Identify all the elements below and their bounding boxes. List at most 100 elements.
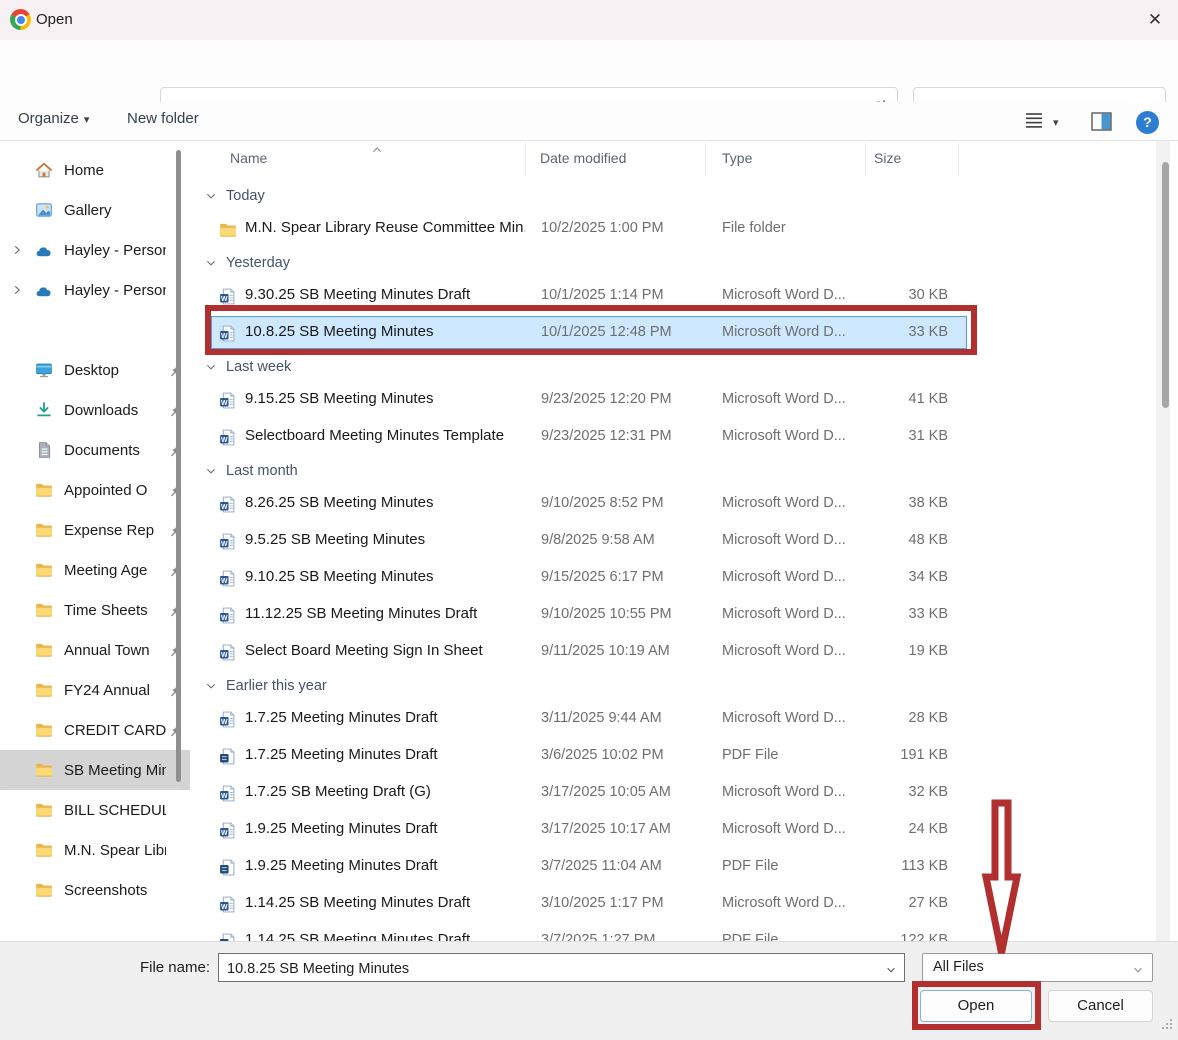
file-row[interactable]: 1.14.25 SB Meeting Minutes Draft 3/7/2025…	[195, 923, 1160, 941]
file-type-select[interactable]: All Files	[922, 953, 1153, 982]
file-date-modified: 9/10/2025 10:55 PM	[541, 606, 672, 622]
file-size: 122 KB	[825, 932, 948, 941]
sidebar-item-m-n-spear-libra[interactable]: M.N. Spear Libra	[0, 830, 190, 870]
svg-text:W: W	[221, 296, 228, 303]
file-name: 9.5.25 SB Meeting Minutes	[245, 531, 425, 548]
organize-button[interactable]: Organize▾	[18, 110, 89, 127]
sidebar-item-hayley-persona[interactable]: Hayley - Persona	[0, 230, 190, 270]
file-date-modified: 9/8/2025 9:58 AM	[541, 532, 655, 548]
word-file-icon: W	[219, 644, 236, 661]
file-row-selected[interactable]: W10.8.25 SB Meeting Minutes10/1/2025 12:…	[195, 315, 1160, 352]
pdf-file-icon	[219, 933, 236, 941]
sidebar-item-expense-rep[interactable]: Expense Rep	[0, 510, 190, 550]
group-header-today[interactable]: Today	[195, 181, 1160, 211]
file-row[interactable]: WSelectboard Meeting Minutes Template9/2…	[195, 419, 1160, 456]
sidebar-item-sb-meeting-min[interactable]: SB Meeting Min	[0, 750, 190, 790]
sidebar-item-gallery[interactable]: Gallery	[0, 190, 190, 230]
file-size: 113 KB	[825, 858, 948, 874]
file-row[interactable]: W1.7.25 Meeting Minutes Draft3/11/2025 9…	[195, 701, 1160, 738]
file-row[interactable]: W1.9.25 Meeting Minutes Draft3/17/2025 1…	[195, 812, 1160, 849]
sidebar-item-meeting-age[interactable]: Meeting Age	[0, 550, 190, 590]
file-name: Select Board Meeting Sign In Sheet	[245, 642, 483, 659]
sidebar-item-fy24-annual[interactable]: FY24 Annual	[0, 670, 190, 710]
close-button[interactable]: ✕	[1132, 0, 1178, 40]
file-name: 9.10.25 SB Meeting Minutes	[245, 568, 433, 585]
sidebar-item-documents[interactable]: Documents	[0, 430, 190, 470]
file-row[interactable]: W1.14.25 SB Meeting Minutes Draft3/10/20…	[195, 886, 1160, 923]
word-file-icon: W	[219, 711, 236, 728]
file-row[interactable]: 1.7.25 Meeting Minutes Draft3/6/2025 10:…	[195, 738, 1160, 775]
sidebar-item-annual-town[interactable]: Annual Town	[0, 630, 190, 670]
folder-icon	[34, 521, 54, 539]
expand-chevron-icon[interactable]	[8, 284, 26, 296]
resize-grip[interactable]	[1161, 1018, 1174, 1036]
pin-icon	[166, 603, 184, 618]
file-date-modified: 3/17/2025 10:17 AM	[541, 821, 671, 837]
file-name: 1.14.25 SB Meeting Minutes Draft	[245, 931, 470, 941]
file-row[interactable]: M.N. Spear Library Reuse Committee Min..…	[195, 211, 1160, 248]
chevron-down-icon[interactable]	[885, 963, 897, 981]
file-row[interactable]: W9.15.25 SB Meeting Minutes9/23/2025 12:…	[195, 382, 1160, 419]
word-file-icon: W	[219, 288, 236, 305]
file-row[interactable]: W1.7.25 SB Meeting Draft (G)3/17/2025 10…	[195, 775, 1160, 812]
file-size: 24 KB	[825, 821, 948, 837]
file-row[interactable]: W8.26.25 SB Meeting Minutes9/10/2025 8:5…	[195, 486, 1160, 523]
file-row[interactable]: 1.9.25 Meeting Minutes Draft3/7/2025 11:…	[195, 849, 1160, 886]
chrome-icon	[10, 9, 31, 30]
group-header-last-month[interactable]: Last month	[195, 456, 1160, 486]
file-row[interactable]: W 9.10.25 SB Meeting Minutes 9/15/2025 6:1…	[195, 560, 1160, 597]
file-name: 11.12.25 SB Meeting Minutes Draft	[245, 605, 477, 622]
file-size: 41 KB	[825, 391, 948, 407]
file-size: 28 KB	[825, 710, 948, 726]
svg-text:W: W	[221, 793, 228, 800]
sidebar-item-desktop[interactable]: Desktop	[0, 350, 190, 390]
file-row[interactable]: W11.12.25 SB Meeting Minutes Draft9/10/2…	[195, 597, 1160, 634]
help-icon[interactable]: ?	[1136, 111, 1159, 134]
view-mode-button[interactable]: ▾	[1024, 111, 1059, 134]
file-date-modified: 3/7/2025 1:27 PM	[541, 932, 655, 941]
word-file-icon: W	[219, 533, 236, 550]
cancel-button[interactable]: Cancel	[1048, 990, 1153, 1022]
chevron-down-icon	[1132, 963, 1144, 981]
group-label: Last week	[226, 359, 291, 375]
file-name-input[interactable]	[219, 954, 884, 983]
sidebar-item-screenshots[interactable]: Screenshots	[0, 870, 190, 910]
file-size: 27 KB	[825, 895, 948, 911]
open-button[interactable]: Open	[920, 990, 1032, 1022]
sidebar-scrollbar[interactable]	[176, 150, 181, 782]
expand-chevron-icon[interactable]	[8, 244, 26, 256]
sidebar-item-home[interactable]: Home	[0, 150, 190, 190]
file-size: 33 KB	[825, 606, 948, 622]
preview-pane-icon[interactable]	[1091, 112, 1112, 136]
sidebar-item-label: Downloads	[64, 402, 166, 419]
sidebar-item-hayley-persona[interactable]: Hayley - Persona	[0, 270, 190, 310]
sidebar-item-label: Time Sheets	[64, 602, 166, 619]
file-row[interactable]: W Select Board Meeting Sign In Sheet 9/11/…	[195, 634, 1160, 671]
sidebar-item-label: Desktop	[64, 362, 166, 379]
svg-text:W: W	[221, 578, 228, 585]
sidebar-item-bill-schedules[interactable]: BILL SCHEDULES	[0, 790, 190, 830]
sidebar-item-appointed-o[interactable]: Appointed O	[0, 470, 190, 510]
sidebar-item-downloads[interactable]: Downloads	[0, 390, 190, 430]
group-header-earlier-this-year[interactable]: Earlier this year	[195, 671, 1160, 701]
sidebar-item-credit-card[interactable]: CREDIT CARD	[0, 710, 190, 750]
pin-icon	[166, 443, 184, 458]
svg-text:W: W	[221, 541, 228, 548]
folder-file-icon	[219, 221, 236, 238]
sidebar-item-time-sheets[interactable]: Time Sheets	[0, 590, 190, 630]
folder-icon	[34, 841, 54, 859]
file-type: File folder	[722, 220, 786, 236]
file-list-scrollbar-thumb[interactable]	[1162, 162, 1169, 408]
file-date-modified: 9/11/2025 10:19 AM	[541, 643, 670, 659]
file-size: 191 KB	[825, 747, 948, 763]
group-label: Today	[226, 188, 265, 204]
group-header-last-week[interactable]: Last week	[195, 352, 1160, 382]
chevron-down-icon	[205, 257, 217, 269]
file-row[interactable]: W9.30.25 SB Meeting Minutes Draft10/1/20…	[195, 278, 1160, 315]
new-folder-button[interactable]: New folder	[127, 110, 199, 127]
group-header-yesterday[interactable]: Yesterday	[195, 248, 1160, 278]
file-date-modified: 3/11/2025 9:44 AM	[541, 710, 662, 726]
file-row[interactable]: W 9.5.25 SB Meeting Minutes 9/8/2025 9:58 …	[195, 523, 1160, 560]
file-date-modified: 9/15/2025 6:17 PM	[541, 569, 664, 585]
word-file-icon: W	[219, 496, 236, 513]
